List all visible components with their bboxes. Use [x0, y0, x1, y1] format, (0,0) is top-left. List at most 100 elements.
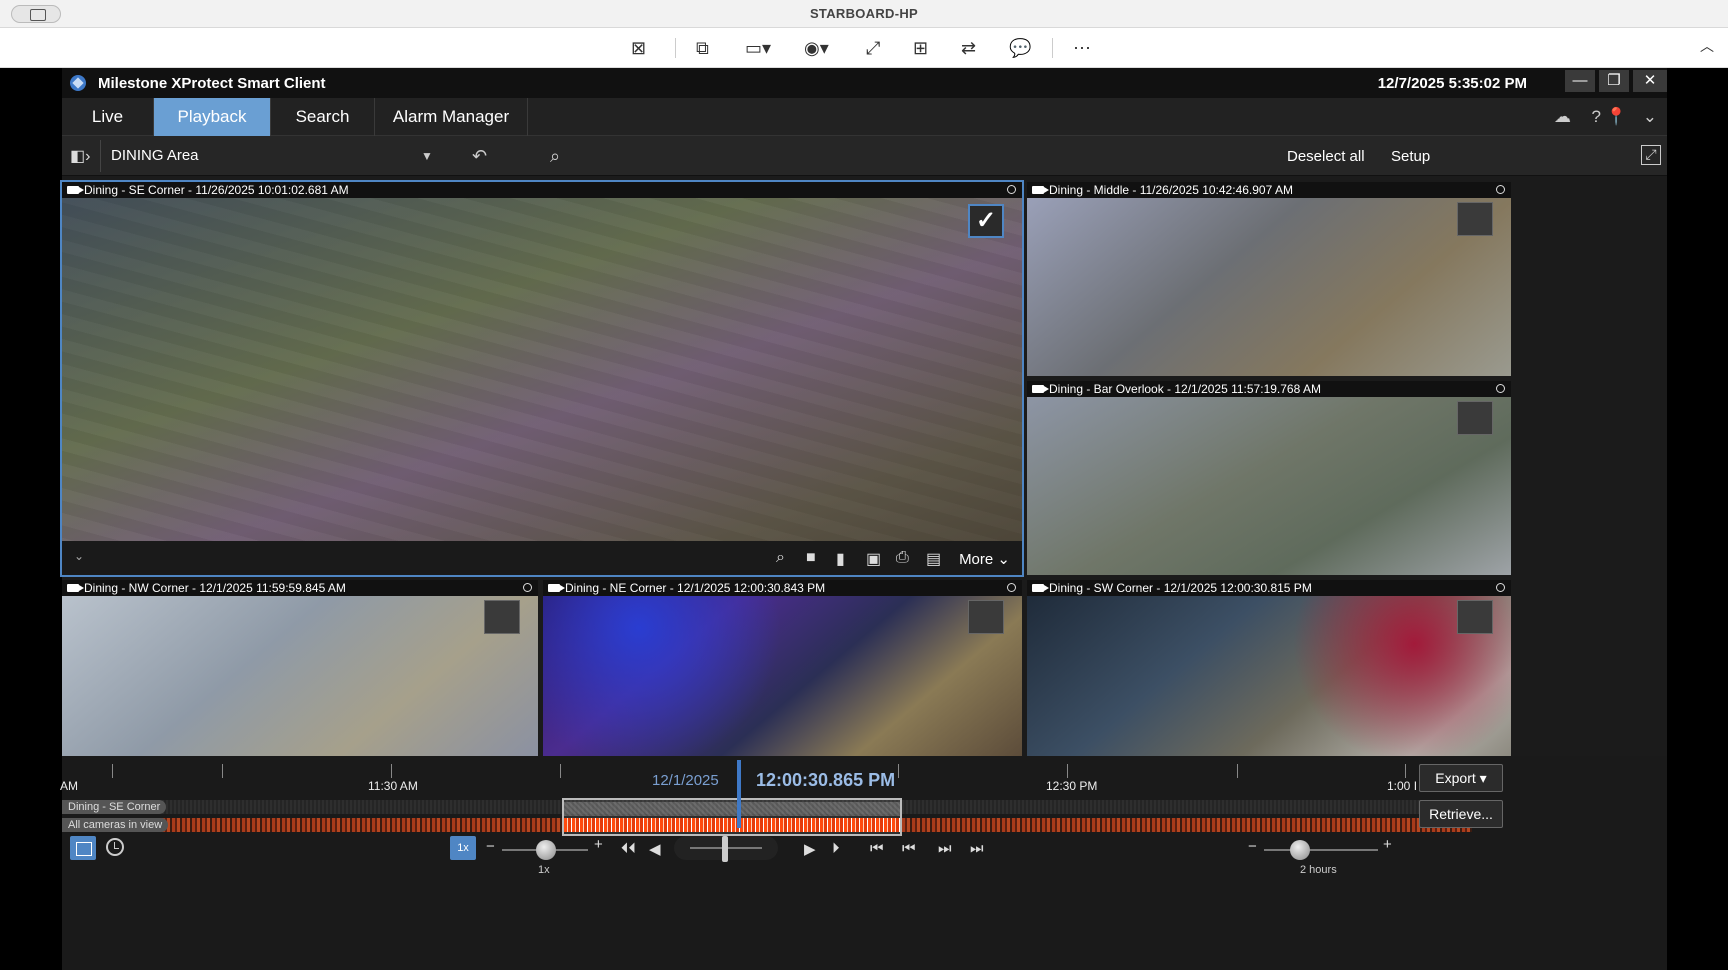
deselect-all-button[interactable]: Deselect all — [1287, 148, 1365, 165]
reverse-play-icon[interactable]: ◀ — [649, 840, 661, 858]
previous-sequence-icon[interactable]: ⏮ — [902, 840, 916, 857]
fullscreen-icon[interactable]: ⤢ — [866, 37, 880, 59]
more-menu-button[interactable]: More ⌄ — [959, 550, 1010, 568]
camera-header: Dining - NE Corner - 12/1/2025 12:00:30.… — [543, 580, 1022, 596]
previous-frame-icon[interactable]: ⏴⏴ — [621, 840, 636, 857]
setup-button[interactable]: Setup — [1391, 148, 1430, 165]
camera-tile-middle[interactable]: Dining - Middle - 11/26/2025 10:42:46.90… — [1027, 182, 1511, 376]
toolbar-divider — [1052, 38, 1053, 58]
skip-to-start-icon[interactable]: ⏮ — [870, 840, 884, 857]
span-slider-knob[interactable] — [1290, 840, 1310, 860]
restore-button[interactable]: ❐ — [1599, 70, 1629, 92]
transfer-icon[interactable]: ⇄ — [961, 37, 976, 59]
camera-tile-ne-corner[interactable]: Dining - NE Corner - 12/1/2025 12:00:30.… — [543, 580, 1022, 756]
camera-select-checkbox[interactable] — [1457, 202, 1493, 236]
caret-down-icon[interactable]: ▼ — [421, 149, 433, 163]
search-camera-icon[interactable]: ⌕ — [776, 549, 785, 567]
skip-to-end-icon[interactable]: ⏭ — [970, 840, 984, 857]
sync-screens-icon[interactable]: ⧉ — [696, 37, 709, 59]
camera-tile-nw-corner[interactable]: Dining - NW Corner - 12/1/2025 11:59:59.… — [62, 580, 538, 756]
camera-select-checkbox[interactable] — [1457, 600, 1493, 634]
speed-indicator[interactable]: 1x — [450, 836, 476, 860]
view-selector[interactable]: DINING Area — [111, 147, 199, 164]
search-camera-icon[interactable]: ⌕ — [550, 146, 560, 167]
camera-feed[interactable] — [1027, 198, 1511, 376]
tab-live[interactable]: Live — [62, 98, 154, 136]
camera-feed[interactable] — [543, 596, 1022, 756]
view-icon[interactable]: ◉▾ — [804, 37, 829, 59]
fullscreen-icon[interactable]: ⤢ — [1641, 145, 1661, 165]
bookmark-icon[interactable]: ▮ — [836, 549, 845, 569]
speed-plus-icon[interactable]: + — [594, 836, 603, 853]
span-slider-track[interactable] — [1264, 849, 1378, 851]
clipboard-icon[interactable]: ▤ — [926, 549, 941, 569]
span-plus-icon[interactable]: + — [1383, 836, 1392, 853]
display-icon[interactable]: ▭▾ — [745, 37, 771, 59]
camera-select-checkbox[interactable] — [484, 600, 520, 634]
camera-feed[interactable] — [62, 596, 538, 756]
view-toolbar: ◧› DINING Area ▼ ↶ ⌕ Deselect all Setup … — [62, 136, 1667, 176]
speed-slider-knob[interactable] — [536, 840, 556, 860]
pin-icon[interactable]: 📍 — [1606, 107, 1627, 127]
tick — [222, 764, 223, 778]
divider — [100, 140, 101, 172]
undo-icon[interactable]: ↶ — [472, 146, 487, 167]
camera-title: Dining - SW Corner - 12/1/2025 12:00:30.… — [1049, 581, 1312, 595]
tick — [391, 764, 392, 778]
camera-select-checkbox[interactable] — [968, 600, 1004, 634]
camera-icon — [1032, 584, 1049, 592]
camera-tile-se-corner[interactable]: Dining - SE Corner - 11/26/2025 10:01:02… — [60, 180, 1024, 577]
network-icon[interactable]: ☁ — [1554, 107, 1571, 127]
close-session-icon[interactable]: ⊠ — [631, 37, 646, 59]
timeline-date: 12/1/2025 — [652, 772, 719, 789]
track-label: All cameras in view — [62, 818, 169, 832]
expand-chevron-icon[interactable]: ⌄ — [74, 549, 84, 563]
collapse-toolbar-icon[interactable]: ︿ — [1700, 36, 1714, 56]
camera-icon — [67, 584, 84, 592]
camera-select-checkbox[interactable] — [1457, 401, 1493, 435]
camera-icon — [67, 186, 84, 194]
more-label: More — [959, 551, 994, 568]
clock-icon[interactable] — [106, 838, 124, 856]
jog-shuttle[interactable] — [674, 836, 778, 862]
help-icon[interactable]: ? — [1592, 107, 1601, 127]
minimize-button[interactable]: — — [1565, 70, 1595, 92]
camera-header: Dining - Middle - 11/26/2025 10:42:46.90… — [1027, 182, 1511, 198]
close-button[interactable]: ✕ — [1633, 70, 1667, 92]
app-name: Milestone XProtect Smart Client — [98, 75, 326, 92]
tab-search[interactable]: Search — [271, 98, 375, 136]
timeline-mode-button[interactable] — [70, 836, 96, 860]
camera-tile-bar-overlook[interactable]: Dining - Bar Overlook - 12/1/2025 11:57:… — [1027, 381, 1511, 575]
view-pane-toggle-icon[interactable]: ◧› — [70, 146, 92, 165]
milestone-logo-icon — [70, 75, 86, 91]
export-button[interactable]: Export ▾ — [1419, 764, 1503, 792]
main-tabs: Live Playback Search Alarm Manager ☁ ? 📍… — [62, 98, 1667, 136]
video-camera-icon[interactable]: ■ — [806, 549, 816, 567]
current-time: 12:00:30.865 PM — [756, 770, 896, 790]
camera-tile-sw-corner[interactable]: Dining - SW Corner - 12/1/2025 12:00:30.… — [1027, 580, 1511, 756]
camera-feed[interactable] — [62, 198, 1022, 575]
print-icon[interactable]: ⎙ — [896, 549, 909, 567]
more-icon[interactable]: ⋯ — [1073, 37, 1091, 59]
save-icon[interactable]: ▣ — [866, 549, 881, 569]
playhead[interactable] — [737, 760, 741, 828]
camera-feed[interactable] — [1027, 397, 1511, 575]
tab-alarm-manager[interactable]: Alarm Manager — [375, 98, 528, 136]
multimonitor-icon[interactable]: ⊞ — [913, 37, 928, 59]
tab-playback[interactable]: Playback — [154, 98, 271, 136]
chevron-down-icon[interactable]: ⌄ — [1643, 107, 1657, 127]
play-icon[interactable]: ▶ — [804, 840, 816, 858]
next-sequence-icon[interactable]: ⏭ — [938, 840, 952, 857]
span-minus-icon[interactable]: − — [1248, 838, 1257, 855]
remote-titlebar: STARBOARD-HP — [0, 0, 1728, 28]
speed-minus-icon[interactable]: − — [486, 838, 495, 855]
camera-header: Dining - SE Corner - 11/26/2025 10:01:02… — [62, 182, 1022, 198]
time-label: 12:30 PM — [1046, 779, 1098, 793]
camera-title: Dining - NE Corner - 12/1/2025 12:00:30.… — [565, 581, 826, 595]
camera-select-checkbox[interactable]: ✓ — [968, 204, 1004, 238]
camera-feed[interactable] — [1027, 596, 1511, 756]
next-frame-icon[interactable]: ⏵ — [832, 840, 840, 857]
chat-icon[interactable]: 💬 — [1009, 37, 1031, 59]
status-dot-icon — [1496, 384, 1505, 393]
retrieve-button[interactable]: Retrieve... — [1419, 800, 1503, 828]
